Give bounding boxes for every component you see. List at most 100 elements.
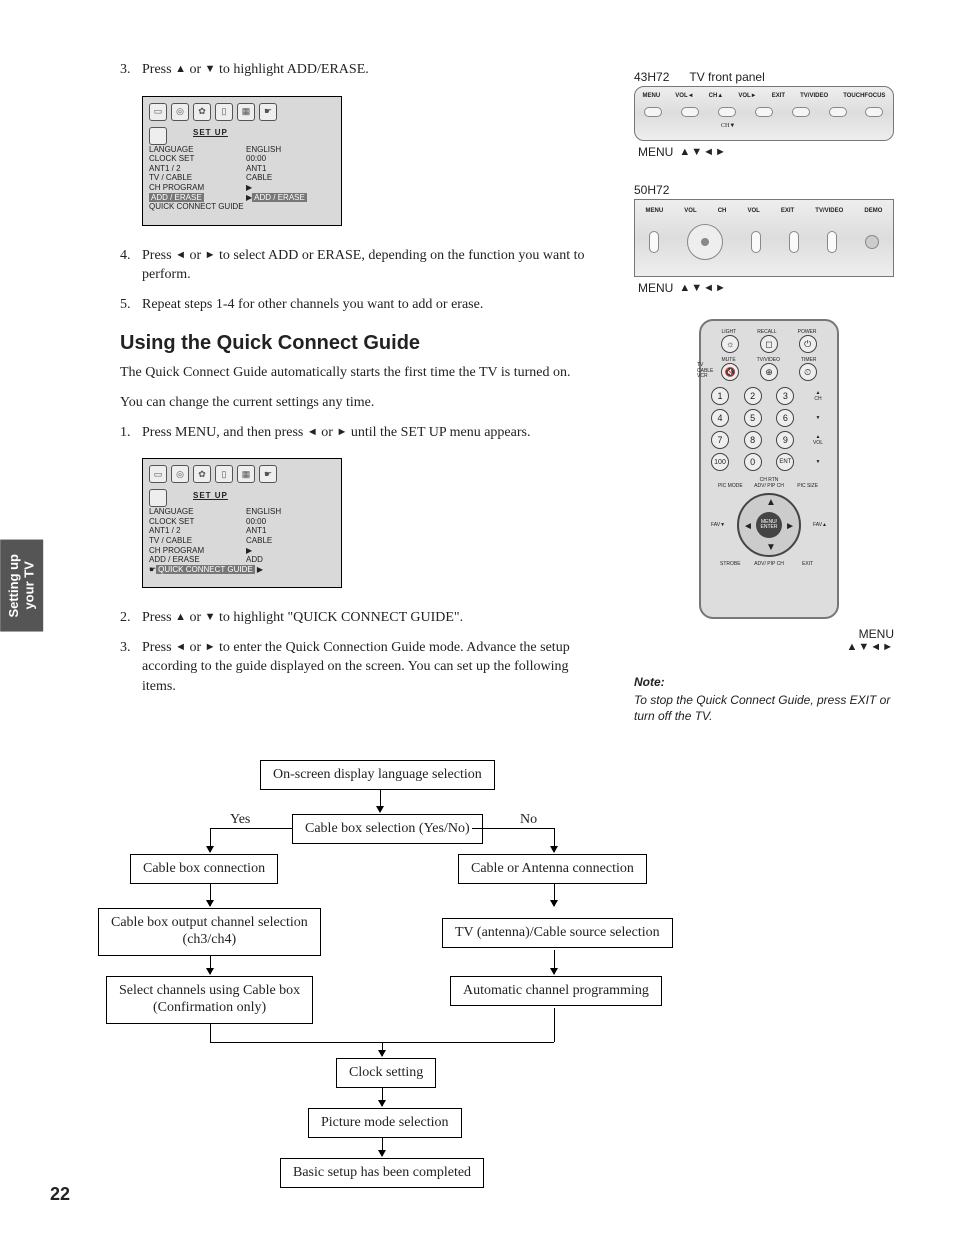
menu-cat-icon: ✿ bbox=[193, 465, 211, 483]
mrow-r: CABLE bbox=[246, 536, 335, 546]
step-text: Press ◄ or ► to select ADD or ERASE, dep… bbox=[142, 246, 600, 285]
flow-conn bbox=[382, 1088, 383, 1106]
flow-b5: Cable box output channel selection(ch3/c… bbox=[98, 908, 321, 956]
step-text: Press ▲ or ▼ to highlight ADD/ERASE. bbox=[142, 60, 600, 80]
flow-b6: TV (antenna)/Cable source selection bbox=[442, 918, 673, 948]
arrow-up-icon: ▲ bbox=[175, 62, 186, 77]
flow-b2: Cable box selection (Yes/No) bbox=[292, 814, 483, 844]
setup-label: SET UP bbox=[193, 128, 228, 137]
d: EXIT bbox=[788, 561, 827, 567]
step-3: 3. Press ▲ or ▼ to highlight ADD/ERASE. bbox=[120, 60, 600, 80]
t: Press bbox=[142, 640, 175, 655]
panel-buttons bbox=[635, 107, 893, 117]
panel2-buttons bbox=[635, 224, 893, 260]
step-b2: 2. Press ▲ or ▼ to highlight "QUICK CONN… bbox=[120, 608, 600, 628]
setup-menu-screenshot-1: ▭ ◎ ✿ ▯ ▦ ☛ SET UP LANGUAGEENGLISH CLOCK… bbox=[142, 96, 342, 226]
menu-cat-icon: ☛ bbox=[259, 103, 277, 121]
key-7: 7 bbox=[711, 431, 729, 449]
arrow-right-icon: ► bbox=[336, 425, 347, 440]
mrow-l: ANT1 / 2 bbox=[149, 164, 238, 174]
pl: VOL► bbox=[738, 93, 756, 99]
panel-labels: MENU VOL◄ CH▲ VOL► EXIT TV/VIDEO TOUCHFO… bbox=[635, 93, 893, 99]
panel-btn bbox=[681, 107, 699, 117]
nav-right-icon: ► bbox=[785, 521, 795, 532]
t: (ch3/ch4) bbox=[183, 932, 237, 947]
fav-l: FAV▼ bbox=[711, 522, 725, 528]
section-heading: Using the Quick Connect Guide bbox=[120, 332, 600, 355]
panel2-caption: MENU ▲▼◄► bbox=[638, 281, 904, 295]
panel-btn bbox=[718, 107, 736, 117]
pl: MENU bbox=[646, 208, 664, 214]
t: until the SET UP menu appears. bbox=[347, 425, 530, 440]
t: Select channels using Cable box bbox=[119, 983, 300, 998]
pl: TOUCHFOCUS bbox=[843, 93, 885, 99]
remote-row1: ☼ ◻ ⏻ bbox=[711, 335, 827, 353]
mrow-l: ANT1 / 2 bbox=[149, 526, 238, 536]
steps-block-a: 3. Press ▲ or ▼ to highlight ADD/ERASE. bbox=[120, 60, 600, 80]
mrow-l: CLOCK SET bbox=[149, 154, 238, 164]
mrow-l: TV / CABLE bbox=[149, 536, 238, 546]
panel-btn bbox=[827, 231, 837, 253]
step-num: 3. bbox=[120, 60, 142, 80]
remote-diagram: LIGHT RECALL POWER ☼ ◻ ⏻ TV CABLE VCR MU… bbox=[699, 319, 839, 619]
t: or bbox=[186, 610, 205, 625]
t: to highlight "QUICK CONNECT GUIDE". bbox=[216, 610, 464, 625]
key-8: 8 bbox=[744, 431, 762, 449]
t: or bbox=[186, 62, 205, 77]
arrow-left-icon: ◄ bbox=[175, 640, 186, 655]
step-num: 3. bbox=[120, 638, 142, 697]
model1-label: 43H72 bbox=[634, 70, 669, 84]
vol-up: ▲VOL bbox=[809, 431, 827, 449]
note-block: Note: To stop the Quick Connect Guide, p… bbox=[634, 675, 904, 724]
flow-conn bbox=[380, 790, 381, 812]
light-btn-icon: ☼ bbox=[721, 335, 739, 353]
side-column: 43H72 TV front panel MENU VOL◄ CH▲ VOL► … bbox=[634, 70, 904, 724]
flow-conn bbox=[210, 956, 211, 974]
panel-btn bbox=[865, 235, 879, 249]
flow-b9: Clock setting bbox=[336, 1058, 436, 1088]
panel-btn bbox=[792, 107, 810, 117]
menu-cat-icon: ▦ bbox=[237, 103, 255, 121]
mode-switch: TV CABLE VCR bbox=[697, 363, 713, 380]
pl: CH bbox=[718, 208, 727, 214]
key-5: 5 bbox=[744, 409, 762, 427]
nav-arrows-icon: ▲▼◄► bbox=[634, 641, 894, 653]
key-2: 2 bbox=[744, 387, 762, 405]
step-5: 5. Repeat steps 1-4 for other channels y… bbox=[120, 295, 600, 315]
d: STROBE bbox=[711, 561, 750, 567]
note-text: To stop the Quick Connect Guide, press E… bbox=[634, 693, 890, 723]
step-b1: 1. Press MENU, and then press ◄ or ► unt… bbox=[120, 423, 600, 443]
t: CH bbox=[814, 396, 821, 402]
ch-up: ▲CH bbox=[809, 387, 827, 405]
nav-center: MENU/ ENTER bbox=[756, 512, 782, 538]
arrow-down-icon: ▼ bbox=[205, 610, 216, 625]
pl: VOL◄ bbox=[675, 93, 693, 99]
menu-cat-icon: ☛ bbox=[259, 465, 277, 483]
key-9: 9 bbox=[776, 431, 794, 449]
arrow-right-icon: ► bbox=[205, 640, 216, 655]
flow-conn bbox=[554, 950, 555, 974]
flow-conn bbox=[210, 1024, 211, 1042]
flow-conn bbox=[554, 884, 555, 906]
key-ent: ENT bbox=[776, 453, 794, 471]
flow-conn bbox=[382, 1138, 383, 1156]
pl: CH▲ bbox=[709, 93, 724, 99]
power-btn-icon: ⏻ bbox=[799, 335, 817, 353]
panel2-labels: MENU VOL CH VOL EXIT TV/VIDEO DEMO bbox=[635, 208, 893, 214]
side-tab-l2: your TV bbox=[22, 562, 37, 610]
menu-cat-icon: ▭ bbox=[149, 103, 167, 121]
tvvideo-btn-icon: ⊕ bbox=[760, 363, 778, 381]
hl: QUICK CONNECT GUIDE bbox=[156, 565, 255, 575]
setup-icon bbox=[149, 489, 167, 507]
mrow-l: CH PROGRAM bbox=[149, 183, 238, 193]
steps-block-b2: 2. Press ▲ or ▼ to highlight "QUICK CONN… bbox=[120, 608, 600, 696]
mute-btn-icon: 🔇 bbox=[721, 363, 739, 381]
nav-pad: ▲ ▼ ◄ ► MENU/ ENTER bbox=[737, 493, 801, 557]
key-6: 6 bbox=[776, 409, 794, 427]
t: Press bbox=[142, 62, 175, 77]
step-b3: 3. Press ◄ or ► to enter the Quick Conne… bbox=[120, 638, 600, 697]
tv-panel-50h72: MENU VOL CH VOL EXIT TV/VIDEO DEMO bbox=[634, 199, 894, 277]
menu-icons-row: ▭ ◎ ✿ ▯ ▦ ☛ bbox=[149, 465, 335, 483]
panel-btn bbox=[829, 107, 847, 117]
front-panel-label: TV front panel bbox=[689, 70, 764, 84]
